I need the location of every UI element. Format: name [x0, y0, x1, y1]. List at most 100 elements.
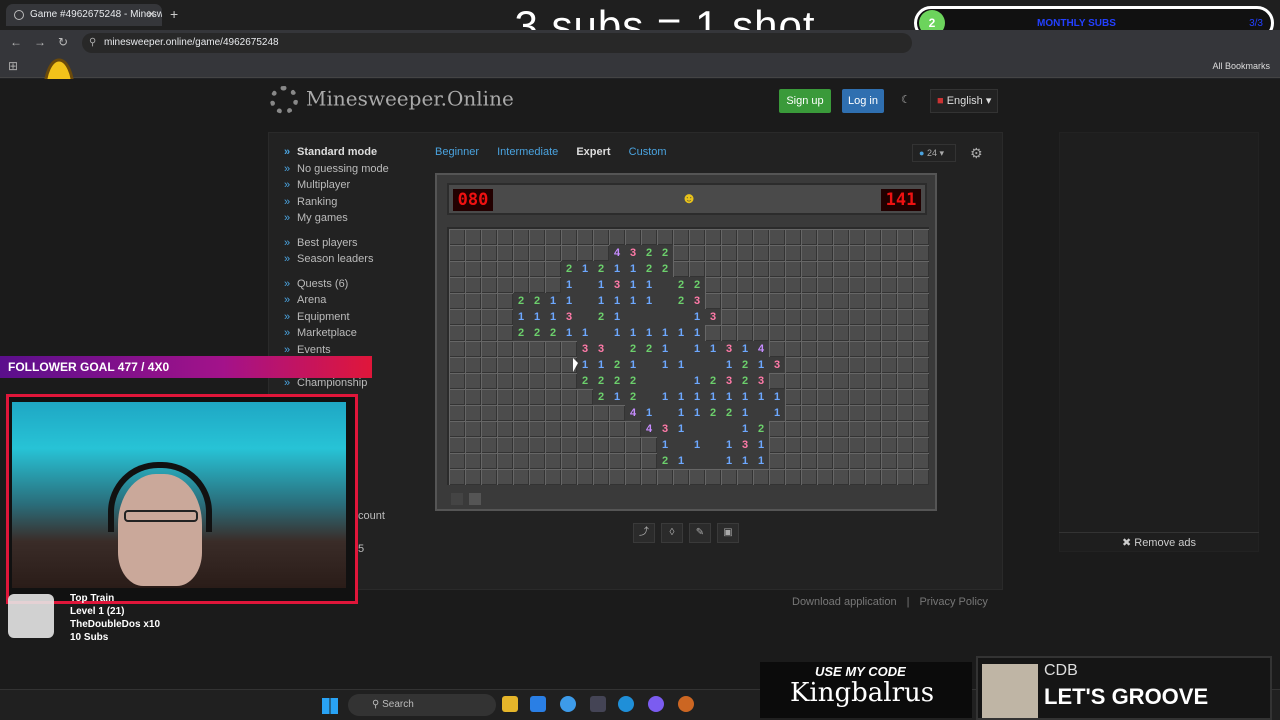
board-cell[interactable]	[913, 277, 929, 293]
board-cell[interactable]: 2	[689, 277, 705, 293]
board-cell[interactable]	[593, 421, 609, 437]
board-cell[interactable]	[497, 341, 513, 357]
board-cell[interactable]	[625, 421, 641, 437]
board-cell[interactable]	[705, 245, 721, 261]
board-cell[interactable]	[817, 389, 833, 405]
board-cell[interactable]: 1	[721, 389, 737, 405]
board-cell[interactable]	[545, 421, 561, 437]
board-cell[interactable]: 1	[689, 309, 705, 325]
board-cell[interactable]	[881, 437, 897, 453]
board-cell[interactable]	[849, 469, 865, 485]
board-cell[interactable]	[753, 261, 769, 277]
board-cell[interactable]	[497, 469, 513, 485]
board-cell[interactable]	[609, 405, 625, 421]
board-cell[interactable]: 1	[737, 341, 753, 357]
board-cell[interactable]	[785, 325, 801, 341]
board-cell[interactable]	[721, 293, 737, 309]
board-cell[interactable]: 1	[689, 325, 705, 341]
board-cell[interactable]: 3	[721, 341, 737, 357]
board-cell[interactable]	[689, 421, 705, 437]
board-cell[interactable]: 1	[577, 357, 593, 373]
board-cell[interactable]	[913, 469, 929, 485]
edge-icon[interactable]	[618, 696, 634, 712]
board-cell[interactable]	[449, 245, 465, 261]
board-cell[interactable]	[737, 469, 753, 485]
board-cell[interactable]	[881, 309, 897, 325]
board-cell[interactable]	[497, 437, 513, 453]
board-cell[interactable]	[513, 469, 529, 485]
sidebar-menu-item[interactable]: Marketplace	[284, 327, 434, 344]
board-cell[interactable]: 2	[673, 293, 689, 309]
sidebar-menu-item[interactable]: My games	[284, 212, 434, 229]
url-field[interactable]: ⚲ minesweeper.online/game/4962675248	[82, 33, 912, 53]
board-cell[interactable]	[897, 277, 913, 293]
board-cell[interactable]: 1	[625, 277, 641, 293]
board-cell[interactable]	[849, 309, 865, 325]
board-cell[interactable]	[673, 341, 689, 357]
board-cell[interactable]: 1	[673, 421, 689, 437]
board-cell[interactable]: 1	[737, 389, 753, 405]
board-cell[interactable]	[673, 245, 689, 261]
board-cell[interactable]	[529, 357, 545, 373]
board-cell[interactable]	[465, 421, 481, 437]
board-cell[interactable]	[721, 245, 737, 261]
board-cell[interactable]	[913, 453, 929, 469]
board-cell[interactable]	[577, 453, 593, 469]
sidebar-menu-item[interactable]: Ranking	[284, 196, 434, 213]
board-cell[interactable]	[465, 469, 481, 485]
board-cell[interactable]	[577, 469, 593, 485]
board-cell[interactable]	[833, 277, 849, 293]
board-cell[interactable]	[513, 421, 529, 437]
board-cell[interactable]: 1	[753, 453, 769, 469]
board-cell[interactable]: 1	[753, 389, 769, 405]
board-cell[interactable]	[497, 453, 513, 469]
board-cell[interactable]: 3	[625, 245, 641, 261]
board-cell[interactable]	[609, 453, 625, 469]
board-cell[interactable]	[561, 405, 577, 421]
board-cell[interactable]	[881, 261, 897, 277]
board-cell[interactable]	[833, 469, 849, 485]
board-cell[interactable]	[561, 453, 577, 469]
board-cell[interactable]: 1	[545, 309, 561, 325]
board-cell[interactable]: 2	[737, 357, 753, 373]
board-cell[interactable]	[753, 293, 769, 309]
board-cell[interactable]: 2	[593, 389, 609, 405]
board-cell[interactable]	[545, 405, 561, 421]
board-cell[interactable]	[465, 293, 481, 309]
board-cell[interactable]: 1	[673, 357, 689, 373]
board-cell[interactable]	[785, 453, 801, 469]
board-cell[interactable]	[609, 421, 625, 437]
apps-icon[interactable]: ⊞	[8, 59, 18, 73]
board-cell[interactable]	[881, 373, 897, 389]
board-cell[interactable]	[657, 469, 673, 485]
board-cell[interactable]: 3	[753, 373, 769, 389]
board-cell[interactable]	[641, 357, 657, 373]
board-cell[interactable]	[769, 325, 785, 341]
board-cell[interactable]	[673, 437, 689, 453]
board-cell[interactable]	[769, 453, 785, 469]
board-cell[interactable]	[721, 277, 737, 293]
board-cell[interactable]: 1	[593, 357, 609, 373]
board-cell[interactable]	[833, 389, 849, 405]
board-cell[interactable]	[561, 229, 577, 245]
board-cell[interactable]	[769, 293, 785, 309]
board-cell[interactable]: 3	[593, 341, 609, 357]
board-cell[interactable]	[817, 261, 833, 277]
board-cell[interactable]	[785, 245, 801, 261]
board-cell[interactable]	[545, 453, 561, 469]
board-cell[interactable]	[705, 357, 721, 373]
board-cell[interactable]: 2	[641, 261, 657, 277]
board-cell[interactable]	[481, 437, 497, 453]
board-cell[interactable]	[673, 261, 689, 277]
sidebar-menu-item[interactable]: Standard mode	[284, 146, 434, 163]
board-cell[interactable]: 1	[689, 389, 705, 405]
board-cell[interactable]	[897, 261, 913, 277]
board-cell[interactable]: 3	[737, 437, 753, 453]
board-cell[interactable]	[801, 405, 817, 421]
download-app-link[interactable]: Download application	[792, 596, 897, 608]
board-cell[interactable]: 1	[657, 357, 673, 373]
sidebar-menu-item[interactable]: Quests (6)	[284, 278, 434, 295]
board-cell[interactable]	[449, 453, 465, 469]
board-cell[interactable]	[817, 405, 833, 421]
board-cell[interactable]	[881, 277, 897, 293]
